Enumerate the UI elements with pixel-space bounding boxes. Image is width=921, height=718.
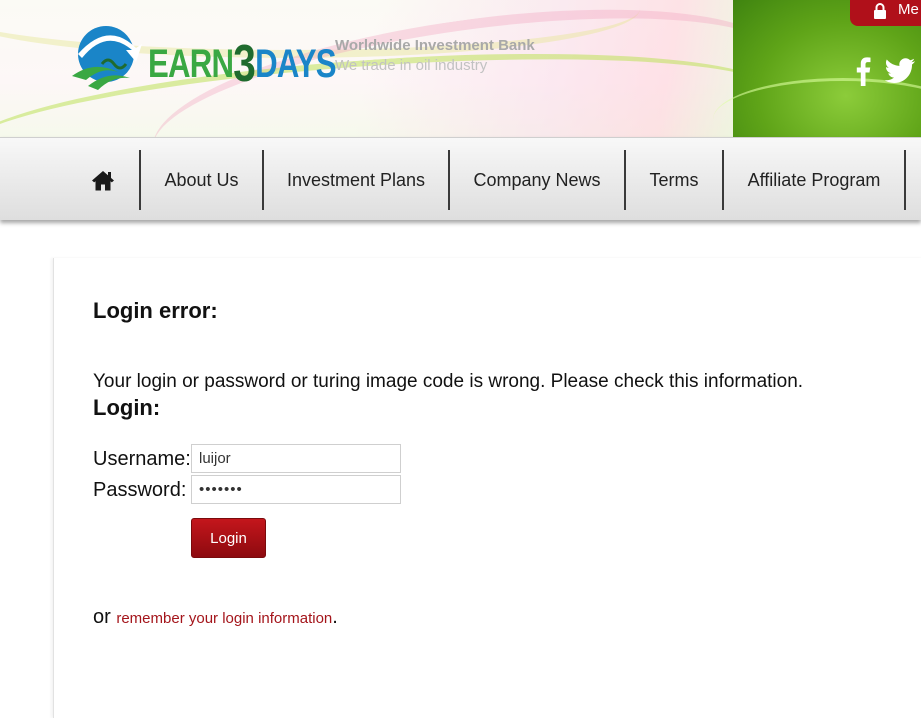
globe-logo-icon[interactable] <box>68 20 148 92</box>
username-label: Username: <box>93 448 191 470</box>
login-error-heading: Login error: <box>93 298 218 323</box>
nav-home[interactable] <box>84 150 122 210</box>
username-input[interactable] <box>191 444 401 473</box>
remember-prefix: or <box>93 606 117 628</box>
remember-suffix: . <box>332 606 338 628</box>
login-error-message: Your login or password or turing image c… <box>93 371 804 392</box>
brand-number: 3 <box>233 35 256 93</box>
brand-days: DAYS <box>255 42 336 86</box>
site-header: EARN3DAYS Worldwide Investment Bank We t… <box>0 0 921 137</box>
tagline-title: Worldwide Investment Bank <box>335 37 535 54</box>
login-button[interactable]: Login <box>191 518 266 558</box>
brand-earn: EARN <box>148 42 234 86</box>
nav-about-us[interactable]: About Us <box>141 150 262 210</box>
twitter-icon[interactable] <box>884 58 916 84</box>
password-input[interactable] <box>191 475 401 504</box>
nav-terms[interactable]: Terms <box>626 150 722 210</box>
password-label: Password: <box>93 479 187 501</box>
member-login-button[interactable]: Me <box>850 0 921 26</box>
brand-wordmark[interactable]: EARN3DAYS <box>148 30 337 93</box>
remember-login-link[interactable]: remember your login information <box>116 610 332 627</box>
login-heading: Login: <box>93 395 161 420</box>
nav-affiliate-program[interactable]: Affiliate Program <box>724 150 904 210</box>
member-label: Me <box>898 1 919 18</box>
remember-login-line: or remember your login information. <box>93 606 338 629</box>
lock-icon <box>874 3 886 19</box>
nav-investment-plans[interactable]: Investment Plans <box>264 150 448 210</box>
tagline-subtitle: We trade in oil industry <box>335 57 488 74</box>
nav-divider <box>904 150 906 210</box>
nav-company-news[interactable]: Company News <box>450 150 624 210</box>
facebook-icon[interactable] <box>855 56 871 86</box>
main-navigation: About Us Investment Plans Company News T… <box>0 137 921 220</box>
home-icon <box>92 170 114 190</box>
